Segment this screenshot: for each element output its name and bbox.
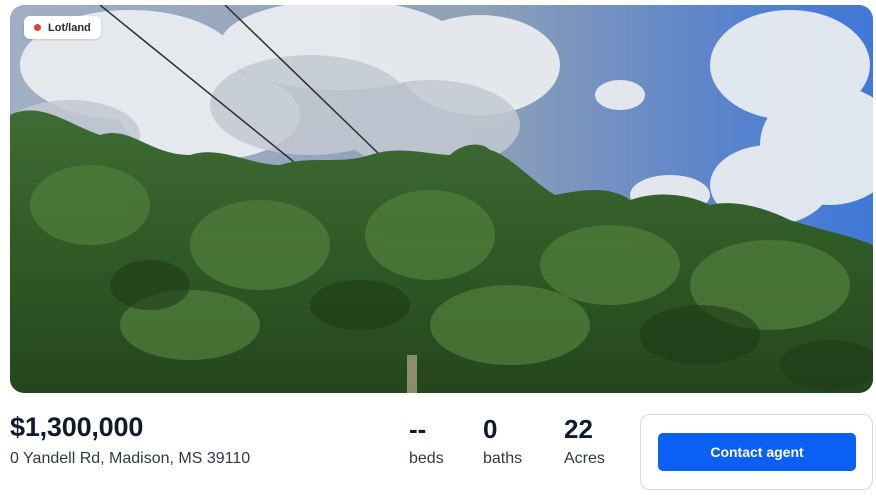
listing-address: 0 Yandell Rd, Madison, MS 39110 bbox=[10, 450, 251, 467]
baths-value: 0 bbox=[483, 414, 498, 444]
beds-stat: -- beds bbox=[409, 414, 444, 468]
baths-label: baths bbox=[483, 450, 523, 467]
contact-agent-button[interactable]: Contact agent bbox=[658, 433, 856, 471]
property-type-badge: Lot/land bbox=[24, 16, 101, 39]
status-dot-icon bbox=[34, 24, 41, 31]
listing-photo-image bbox=[10, 5, 873, 393]
beds-label: beds bbox=[409, 450, 444, 467]
baths-stat: 0 baths bbox=[483, 414, 522, 468]
acres-label: Acres bbox=[564, 450, 605, 467]
acres-stat: 22 Acres bbox=[564, 414, 605, 468]
acres-value: 22 bbox=[564, 414, 593, 444]
beds-value: -- bbox=[409, 414, 427, 444]
listing-photo[interactable] bbox=[10, 5, 873, 393]
contact-card: Contact agent bbox=[640, 414, 873, 490]
property-type-label: Lot/land bbox=[48, 21, 91, 34]
listing-price: $1,300,000 bbox=[10, 412, 144, 442]
